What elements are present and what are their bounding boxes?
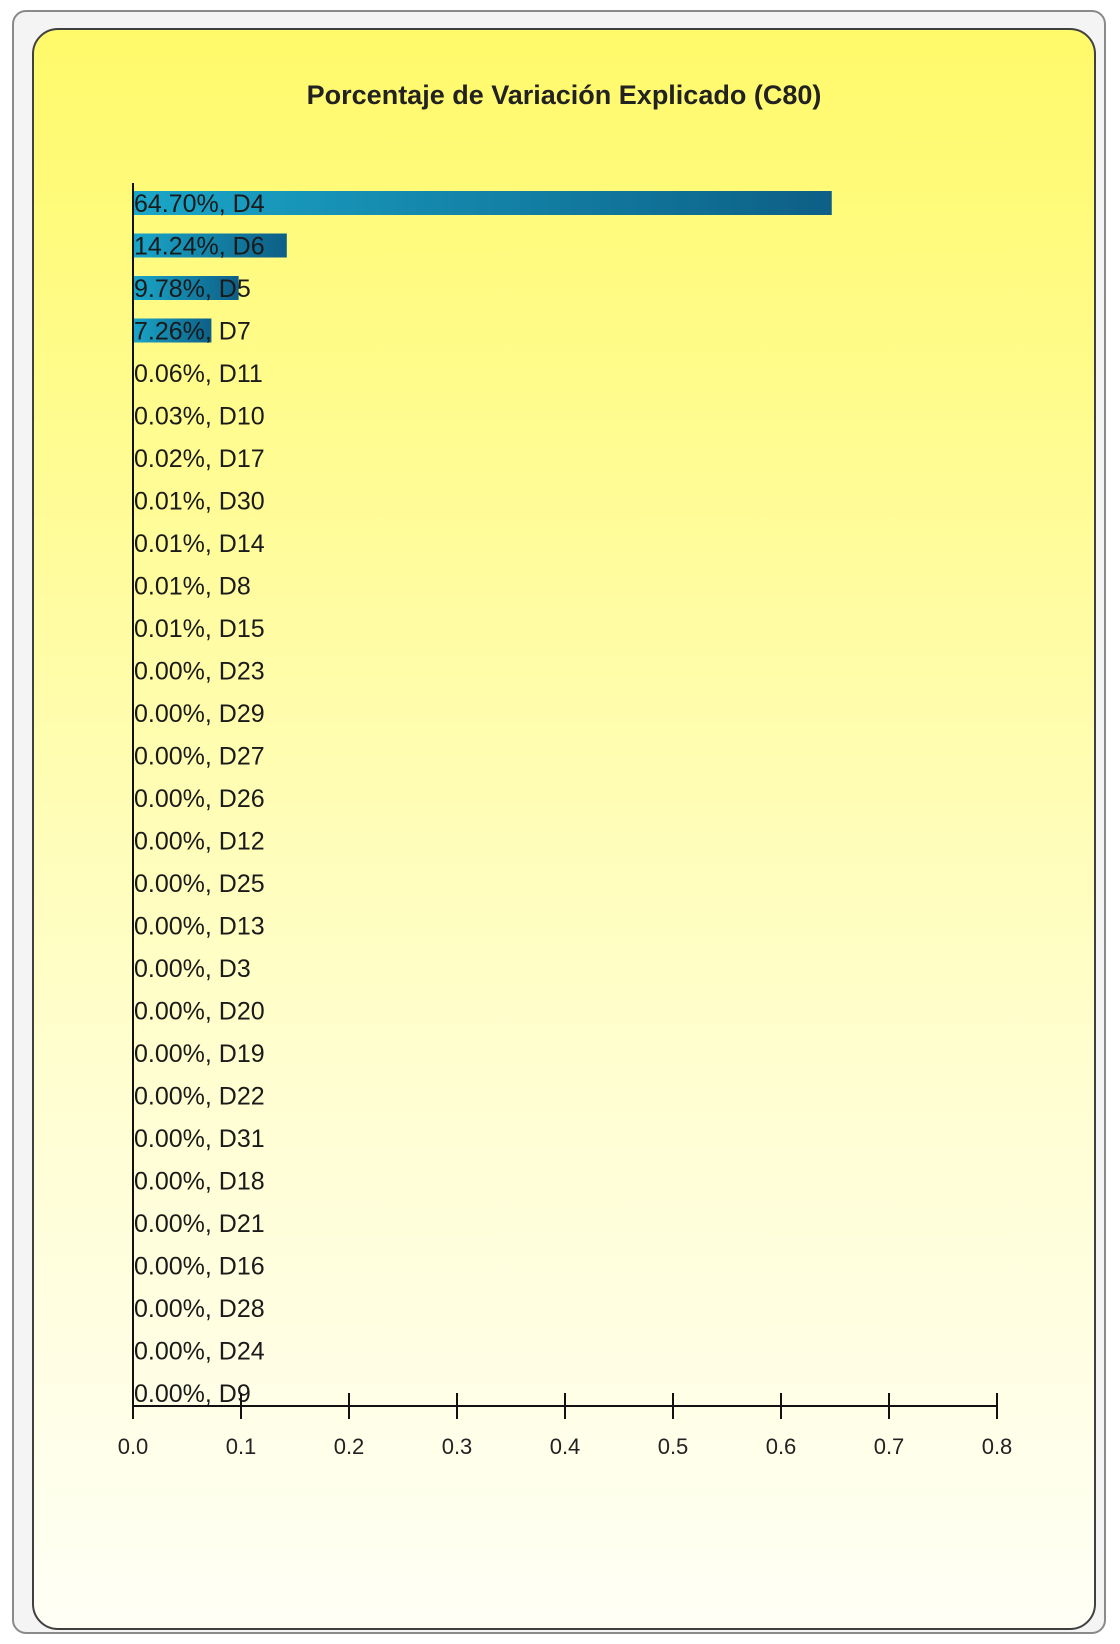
bar-label: 0.00%, D3: [134, 955, 251, 983]
bar-label: 0.02%, D17: [134, 445, 265, 473]
bar-label: 0.00%, D9: [134, 1380, 251, 1408]
bar-label: 0.01%, D30: [134, 488, 265, 516]
bar-label: 0.01%, D8: [134, 573, 251, 601]
bar-label: 9.78%, D5: [134, 275, 251, 303]
bar-label: 0.00%, D18: [134, 1168, 265, 1196]
x-tick-label: 0.4: [550, 1434, 581, 1459]
bar-label: 0.00%, D26: [134, 785, 265, 813]
bar-label: 0.00%, D16: [134, 1253, 265, 1281]
bar-labels-layer: 64.70%, D4 14.24%, D6 9.78%, D5 7.26%, D7 0.…: [134, 190, 265, 1408]
x-tick-label: 0.2: [334, 1434, 365, 1459]
x-tick-label: 0.0: [118, 1434, 149, 1459]
bar-label: 0.00%, D27: [134, 743, 265, 771]
bar-label: 0.01%, D14: [134, 530, 265, 558]
bar-label: 0.00%, D25: [134, 870, 265, 898]
bar-label: 0.00%, D23: [134, 658, 265, 686]
bar-label: 0.00%, D13: [134, 913, 265, 941]
bar-label: 7.26%, D7: [134, 318, 251, 346]
x-tick-label: 0.1: [226, 1434, 257, 1459]
bar-label: 0.00%, D22: [134, 1083, 265, 1111]
bar-label: 0.00%, D12: [134, 828, 265, 856]
bar-label: 0.00%, D21: [134, 1210, 265, 1238]
bar-label: 0.00%, D19: [134, 1040, 265, 1068]
bar-label: 0.03%, D10: [134, 403, 265, 431]
bar-label: 0.00%, D29: [134, 700, 265, 728]
bar-label: 0.01%, D15: [134, 615, 265, 643]
x-tick-label: 0.7: [874, 1434, 905, 1459]
x-tick-label: 0.3: [442, 1434, 473, 1459]
x-tick-label: 0.5: [658, 1434, 689, 1459]
bar-label: 14.24%, D6: [134, 233, 265, 261]
x-tick-label: 0.8: [982, 1434, 1013, 1459]
bar-label: 0.06%, D11: [134, 360, 263, 388]
bar-label: 64.70%, D4: [134, 190, 265, 218]
bar-label: 0.00%, D28: [134, 1295, 265, 1323]
bar-label: 0.00%, D24: [134, 1338, 265, 1366]
bar-label: 0.00%, D31: [134, 1125, 265, 1153]
bar-label: 0.00%, D20: [134, 998, 265, 1026]
x-tick-label: 0.6: [766, 1434, 797, 1459]
bar-chart: 64.70%, D4 14.24%, D6 9.78%, D5 7.26%, D7 0.…: [118, 183, 1013, 1459]
